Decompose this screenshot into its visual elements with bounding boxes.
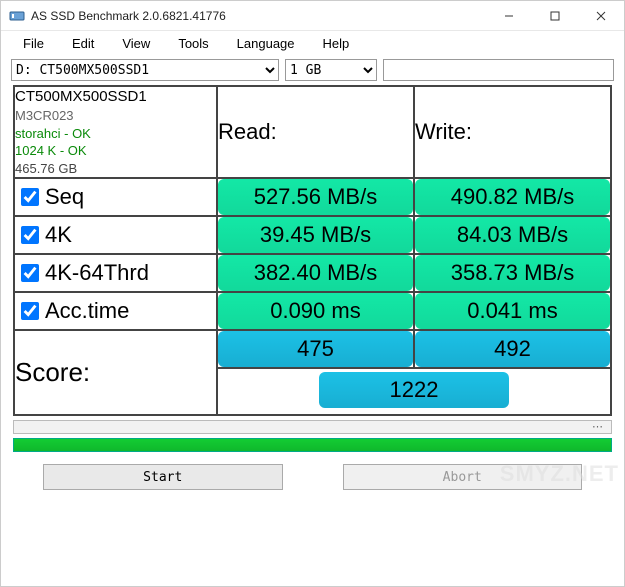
fk64-label: 4K-64Thrd [45,260,149,286]
button-row: Start Abort [1,458,624,498]
score-total-value: 1222 [319,372,509,408]
minimize-button[interactable] [486,1,532,30]
drive-firmware: M3CR023 [15,107,216,125]
score-write-value: 492 [415,331,610,367]
fourk-label: 4K [45,222,72,248]
abort-button: Abort [343,464,583,490]
menu-bar: File Edit View Tools Language Help [1,31,624,55]
row-seq: Seq 527.56 MB/s 490.82 MB/s [14,178,611,216]
row-acc: Acc.time 0.090 ms 0.041 ms [14,292,611,330]
drive-model: CT500MX500SSD1 [15,87,216,107]
size-select[interactable]: 1 GB [285,59,377,81]
menu-edit[interactable]: Edit [58,33,108,54]
score-label: Score: [14,330,217,415]
menu-help[interactable]: Help [309,33,364,54]
path-input[interactable] [383,59,614,81]
write-header: Write: [414,86,611,178]
progress-dots-icon: ⋯ [592,420,605,433]
window-title: AS SSD Benchmark 2.0.6821.41776 [31,9,486,23]
menu-tools[interactable]: Tools [164,33,222,54]
window-buttons [486,1,624,30]
start-button[interactable]: Start [43,464,283,490]
title-bar: AS SSD Benchmark 2.0.6821.41776 [1,1,624,31]
controls-row: D: CT500MX500SSD1 1 GB [1,55,624,85]
row-score: Score: 475 492 [14,330,611,368]
fourk-checkbox[interactable] [21,226,39,244]
fourk-read-value: 39.45 MB/s [218,217,413,253]
seq-checkbox[interactable] [21,188,39,206]
seq-write-value: 490.82 MB/s [415,179,610,215]
menu-file[interactable]: File [9,33,58,54]
results-table: CT500MX500SSD1 M3CR023 storahci - OK 102… [13,85,612,416]
drive-alignment-status: 1024 K - OK [15,142,216,160]
fk64-checkbox[interactable] [21,264,39,282]
drive-capacity: 465.76 GB [15,160,216,178]
fourk-write-value: 84.03 MB/s [415,217,610,253]
app-window: AS SSD Benchmark 2.0.6821.41776 File Edi… [0,0,625,587]
maximize-button[interactable] [532,1,578,30]
close-button[interactable] [578,1,624,30]
app-icon [9,8,25,24]
acc-write-value: 0.041 ms [415,293,610,329]
menu-language[interactable]: Language [223,33,309,54]
fk64-read-value: 382.40 MB/s [218,255,413,291]
acc-checkbox[interactable] [21,302,39,320]
row-4k: 4K 39.45 MB/s 84.03 MB/s [14,216,611,254]
drive-select[interactable]: D: CT500MX500SSD1 [11,59,279,81]
progress-area: ⋯ [1,416,624,458]
fk64-write-value: 358.73 MB/s [415,255,610,291]
drive-driver-status: storahci - OK [15,125,216,143]
score-read-value: 475 [218,331,413,367]
progress-bar-bottom [13,438,612,452]
acc-label: Acc.time [45,298,129,324]
seq-label: Seq [45,184,84,210]
row-4k64: 4K-64Thrd 382.40 MB/s 358.73 MB/s [14,254,611,292]
menu-view[interactable]: View [108,33,164,54]
progress-bar-top: ⋯ [13,420,612,434]
read-header: Read: [217,86,414,178]
seq-read-value: 527.56 MB/s [218,179,413,215]
results-area: CT500MX500SSD1 M3CR023 storahci - OK 102… [1,85,624,416]
acc-read-value: 0.090 ms [218,293,413,329]
drive-info-cell: CT500MX500SSD1 M3CR023 storahci - OK 102… [14,86,217,178]
